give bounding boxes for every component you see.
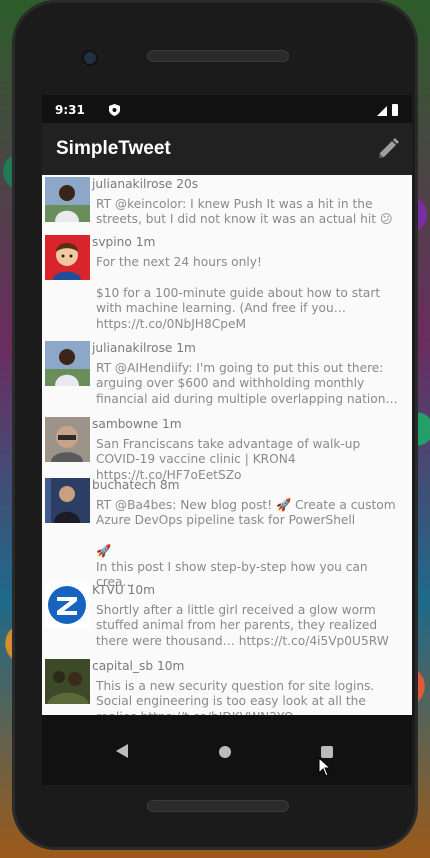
android-nav-bar bbox=[42, 715, 412, 785]
home-icon[interactable] bbox=[219, 746, 231, 758]
tweet-timeline[interactable]: julianakilrose 20s RT @keincolor: I knew… bbox=[42, 175, 412, 715]
tweet-item[interactable]: sambowne 1m San Franciscans take advanta… bbox=[42, 415, 412, 482]
tweet-text: Shortly after a little girl received a g… bbox=[96, 602, 389, 648]
tweet-text: For the next 24 hours only! $10 for a 10… bbox=[96, 254, 381, 331]
bottom-speaker bbox=[147, 800, 289, 812]
avatar[interactable] bbox=[45, 341, 90, 386]
tweet-item[interactable]: svpino 1m For the next 24 hours only! $1… bbox=[42, 233, 412, 339]
tweet-author-time: KTVU 10m bbox=[92, 583, 156, 597]
tweet-text: RT @AIHendiify: I'm going to put this ou… bbox=[96, 360, 398, 406]
tweet-text: RT @keincolor: I knew Push It was a hit … bbox=[96, 196, 393, 227]
avatar[interactable] bbox=[45, 417, 90, 462]
tweet-author-time: capital_sb 10m bbox=[92, 659, 185, 673]
battery-icon bbox=[392, 104, 398, 116]
tweet-item[interactable]: KTVU 10m Shortly after a little girl rec… bbox=[42, 581, 412, 657]
tweet-item[interactable]: buchatech 8m RT @Ba4bes: New blog post! … bbox=[42, 476, 412, 589]
avatar[interactable] bbox=[45, 235, 90, 280]
app-bar: SimpleTweet bbox=[42, 123, 412, 175]
front-camera bbox=[82, 50, 98, 66]
tweet-author-time: svpino 1m bbox=[92, 235, 156, 249]
app-title: SimpleTweet bbox=[56, 138, 171, 159]
tweet-author-time: buchatech 8m bbox=[92, 478, 180, 492]
mouse-cursor-icon bbox=[318, 757, 332, 777]
avatar[interactable] bbox=[45, 177, 90, 222]
back-icon[interactable] bbox=[115, 744, 129, 758]
avatar[interactable] bbox=[45, 583, 90, 628]
shield-icon bbox=[109, 104, 120, 116]
earpiece-speaker bbox=[147, 50, 289, 62]
avatar[interactable] bbox=[45, 659, 90, 704]
status-time: 9:31 bbox=[55, 103, 85, 117]
avatar[interactable] bbox=[45, 478, 90, 523]
tweet-text: RT @Ba4bes: New blog post! 🚀 Create a cu… bbox=[96, 497, 396, 590]
status-bar: 9:31 bbox=[42, 95, 412, 123]
phone-screen: 9:31 SimpleTweet julianakilrose 20s RT @… bbox=[42, 95, 412, 785]
tweet-author-time: sambowne 1m bbox=[92, 417, 182, 431]
compose-pencil-icon[interactable] bbox=[376, 137, 400, 161]
tweet-author-time: julianakilrose 1m bbox=[92, 341, 196, 355]
tweet-text: This is a new security question for site… bbox=[96, 678, 375, 716]
tweet-item[interactable]: julianakilrose 20s RT @keincolor: I knew… bbox=[42, 175, 412, 233]
tweet-item[interactable]: julianakilrose 1m RT @AIHendiify: I'm go… bbox=[42, 339, 412, 415]
signal-icon bbox=[377, 106, 387, 116]
tweet-item[interactable]: capital_sb 10m This is a new security qu… bbox=[42, 657, 412, 715]
tweet-author-time: julianakilrose 20s bbox=[92, 177, 199, 191]
phone-frame: 9:31 SimpleTweet julianakilrose 20s RT @… bbox=[12, 0, 418, 850]
